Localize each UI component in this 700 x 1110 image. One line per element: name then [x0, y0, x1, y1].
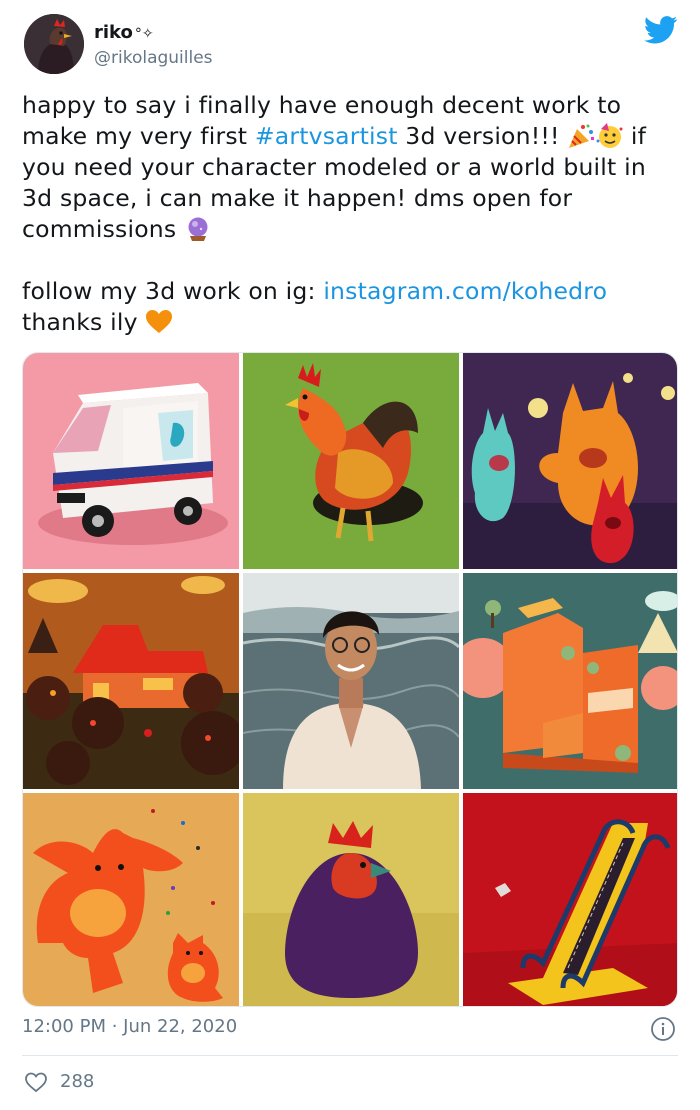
escalator-illustration	[463, 793, 677, 1006]
media-image-buildings[interactable]	[463, 573, 677, 789]
tweet-line-text: thanks ily	[22, 308, 146, 336]
media-image-delivery-van[interactable]	[23, 353, 239, 569]
tweet-line-text: 3d version!!!	[397, 122, 568, 150]
tweet-time[interactable]: 12:00 PM	[22, 1016, 106, 1037]
buildings-illustration	[463, 573, 677, 789]
village-illustration	[23, 573, 239, 789]
tweet-line: 3d space, i can make it happen! dms open…	[22, 184, 573, 212]
media-grid	[22, 352, 678, 1007]
media-image-bears[interactable]	[23, 793, 239, 1006]
tweet-line: follow my 3d work on ig: instagram.com/k…	[22, 276, 678, 307]
portrait-photo	[243, 573, 459, 789]
tweet-line: make my very first #artvsartist 3d versi…	[22, 121, 678, 152]
media-image-escalator[interactable]	[463, 793, 677, 1006]
delivery-van-illustration	[23, 353, 239, 569]
tweet-line: happy to say i finally have enough decen…	[22, 91, 622, 119]
rooster-illustration	[243, 353, 459, 569]
tweet-timestamp[interactable]: 12:00 PM · Jun 22, 2020	[22, 1016, 237, 1037]
media-image-portrait[interactable]	[243, 573, 459, 789]
partying-face-icon	[596, 123, 623, 148]
tweet-line-text: make my very first	[22, 122, 255, 150]
party-popper-icon	[569, 124, 595, 148]
bears-illustration	[23, 793, 239, 1006]
instagram-link[interactable]: instagram.com/kohedro	[323, 277, 607, 305]
orange-heart-icon	[146, 310, 173, 333]
monsters-illustration	[463, 353, 677, 569]
tweet-line: commissions	[22, 214, 678, 245]
like-count[interactable]: 288	[60, 1071, 94, 1092]
tweet-line: you need your character modeled or a wor…	[22, 153, 646, 181]
tweet-card: riko °✧ @rikolaguilles happy to say i fin…	[0, 0, 700, 1110]
divider	[22, 1055, 678, 1056]
timestamp-separator: ·	[105, 1016, 124, 1037]
media-image-chicken-blob[interactable]	[243, 793, 459, 1006]
chicken-blob-illustration	[243, 793, 459, 1006]
tweet-date[interactable]: Jun 22, 2020	[123, 1016, 237, 1037]
media-image-village[interactable]	[23, 573, 239, 789]
display-name-text[interactable]: riko	[94, 22, 133, 43]
media-image-rooster[interactable]	[243, 353, 459, 569]
tweet-text: happy to say i finally have enough decen…	[22, 90, 678, 338]
heart-icon[interactable]	[24, 1070, 48, 1094]
display-name[interactable]: riko °✧	[94, 22, 154, 43]
user-handle[interactable]: @rikolaguilles	[94, 48, 213, 68]
avatar[interactable]	[24, 14, 84, 74]
media-image-monsters[interactable]	[463, 353, 677, 569]
twitter-bird-icon[interactable]	[643, 16, 678, 44]
crystal-ball-icon	[188, 217, 208, 241]
tweet-line-text: commissions	[22, 215, 185, 243]
tweet-line-text: if	[623, 122, 647, 150]
tweet-line: thanks ily	[22, 307, 678, 338]
tweet-line	[22, 245, 678, 276]
hashtag-link[interactable]: #artvsartist	[255, 122, 398, 150]
tweet-line-text: follow my 3d work on ig:	[22, 277, 324, 305]
name-decoration: °✧	[134, 26, 154, 42]
info-icon[interactable]	[650, 1016, 676, 1042]
